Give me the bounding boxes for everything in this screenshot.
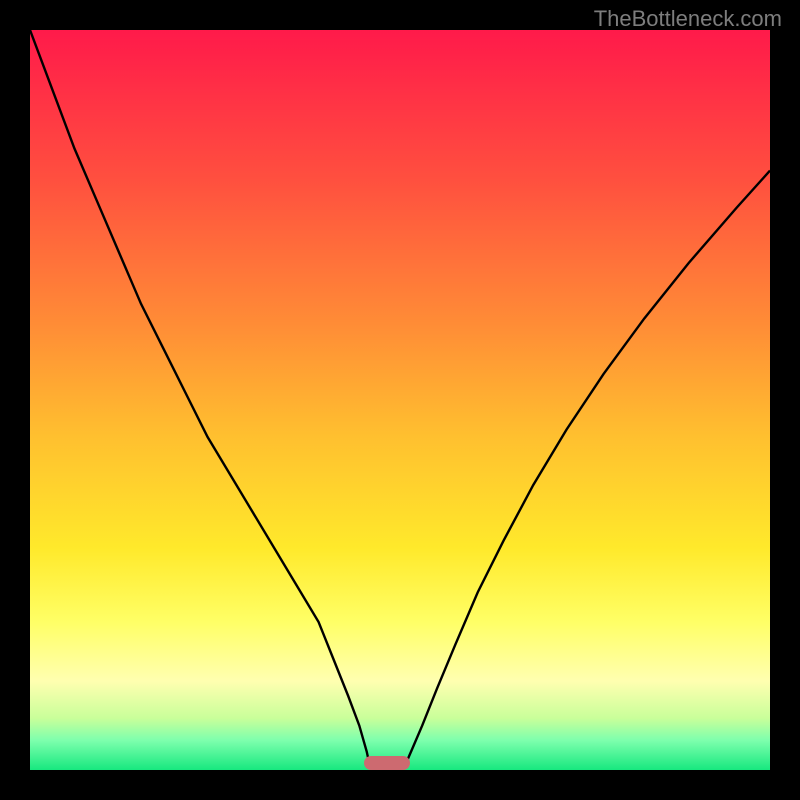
watermark-text: TheBottleneck.com [594,6,782,32]
chart-svg [30,30,770,770]
bottleneck-marker [364,756,410,770]
chart-plot-area [30,30,770,770]
chart-background [30,30,770,770]
